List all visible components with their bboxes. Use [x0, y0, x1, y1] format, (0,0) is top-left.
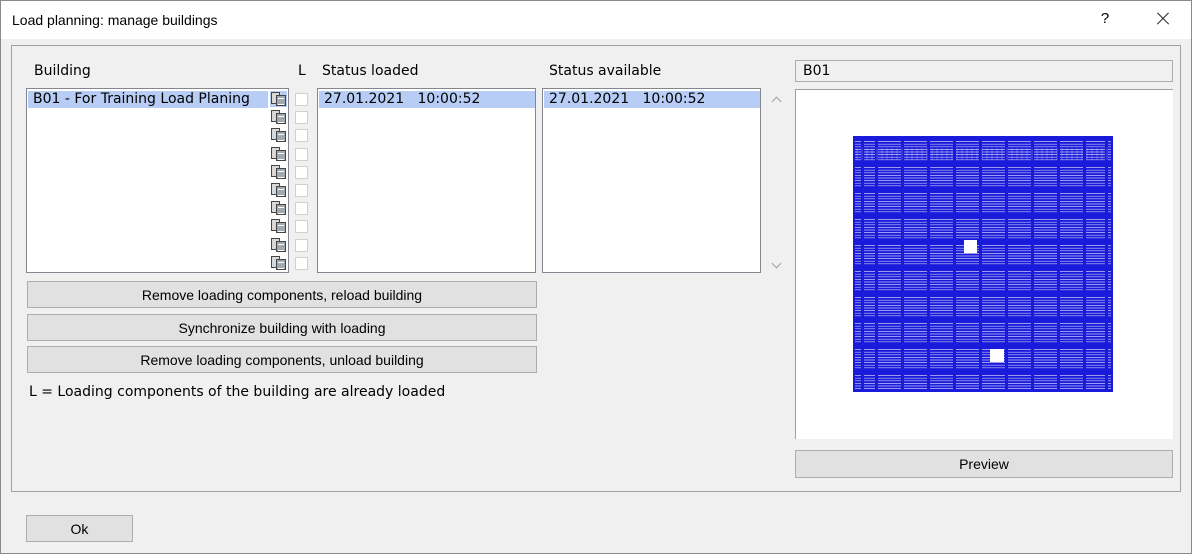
chevron-down-icon[interactable] — [771, 258, 782, 269]
building-name: B01 - For Training Load Planing — [33, 91, 250, 107]
loaded-checkbox[interactable] — [295, 202, 308, 216]
building-icon — [270, 255, 287, 271]
building-code-field: B01 — [795, 60, 1173, 82]
building-list-item[interactable]: B01 - For Training Load Planing — [28, 91, 268, 108]
building-icon — [270, 218, 287, 234]
building-icon — [270, 200, 287, 216]
building-icon — [270, 146, 287, 162]
building-preview — [795, 89, 1173, 439]
status-loaded-value: 27.01.2021 10:00:52 — [324, 91, 481, 107]
building-icon — [270, 182, 287, 198]
loaded-checkbox[interactable] — [295, 93, 308, 106]
building-icon — [270, 127, 287, 143]
status-loaded-item[interactable]: 27.01.2021 10:00:52 — [319, 91, 535, 108]
loaded-checkbox[interactable] — [295, 256, 308, 270]
column-header-building: Building — [34, 63, 91, 79]
unload-building-button[interactable]: Remove loading components, unload buildi… — [27, 346, 537, 373]
loaded-checkbox[interactable] — [295, 184, 308, 197]
column-header-status-loaded: Status loaded — [322, 63, 419, 79]
synchronize-building-button[interactable]: Synchronize building with loading — [27, 314, 537, 341]
loaded-checkbox[interactable] — [295, 129, 308, 143]
help-button[interactable]: ? — [1093, 5, 1117, 33]
legend-text: L = Loading components of the building a… — [29, 384, 446, 400]
loaded-checkbox[interactable] — [295, 220, 308, 234]
list-scrollbar[interactable] — [765, 88, 788, 275]
building-icon — [270, 91, 287, 107]
chevron-up-icon[interactable] — [771, 96, 782, 107]
loaded-checkbox[interactable] — [295, 111, 308, 125]
window-title: Load planning: manage buildings — [12, 12, 218, 28]
status-available-value: 27.01.2021 10:00:52 — [549, 91, 706, 107]
status-available-list[interactable]: 27.01.2021 10:00:52 — [542, 88, 761, 273]
column-header-loaded-flag: L — [298, 63, 306, 79]
loaded-checkbox[interactable] — [295, 238, 308, 252]
building-icon — [270, 164, 287, 180]
column-header-status-available: Status available — [549, 63, 662, 79]
ok-button[interactable]: Ok — [26, 515, 133, 542]
status-available-item[interactable]: 27.01.2021 10:00:52 — [544, 91, 760, 108]
title-bar: Load planning: manage buildings ? — [1, 1, 1191, 39]
dialog-window: Load planning: manage buildings ? Buildi… — [0, 0, 1192, 554]
close-icon[interactable] — [1151, 5, 1175, 33]
building-icon — [270, 109, 287, 125]
building-list[interactable]: B01 - For Training Load Planing — [26, 88, 289, 273]
loaded-checkbox[interactable] — [295, 165, 308, 179]
building-floor-plan — [853, 136, 1113, 392]
status-loaded-list[interactable]: 27.01.2021 10:00:52 — [317, 88, 536, 273]
reload-building-button[interactable]: Remove loading components, reload buildi… — [27, 281, 537, 308]
preview-button[interactable]: Preview — [795, 450, 1173, 478]
loaded-checkbox[interactable] — [295, 147, 308, 161]
building-icon — [270, 237, 287, 253]
